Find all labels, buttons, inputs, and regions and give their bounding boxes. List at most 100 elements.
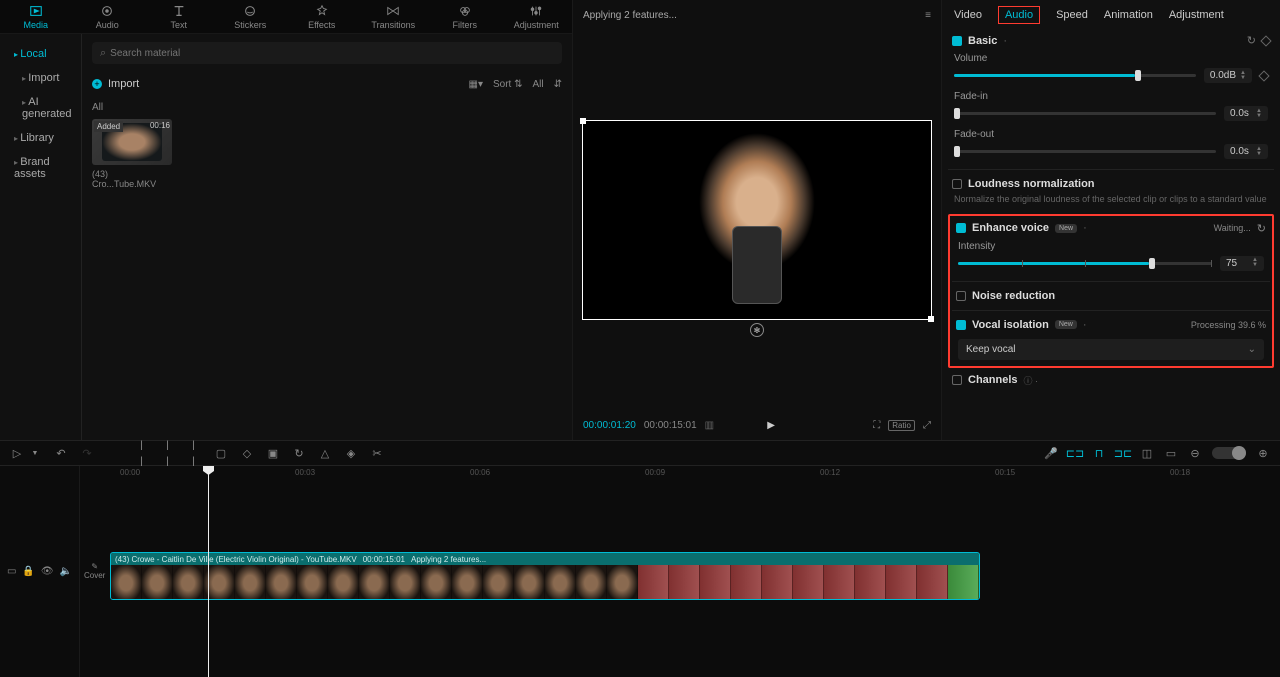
side-ai[interactable]: AI generated — [0, 90, 81, 126]
audio-enhance-highlight: Enhance voice New · Waiting... ↻ Intensi… — [948, 214, 1274, 368]
cover-edit-icon[interactable]: ✎ — [91, 562, 98, 571]
insp-tab-audio[interactable]: Audio — [998, 6, 1040, 24]
timeline-ruler[interactable]: 00:00 00:03 00:06 00:09 00:12 00:15 00:1… — [80, 466, 1280, 482]
tl-toggle-icon[interactable]: ▭ — [7, 566, 16, 577]
volume-slider[interactable] — [954, 74, 1196, 77]
ruler-tick: 00:03 — [295, 468, 315, 477]
redo-button[interactable]: ↷ — [80, 446, 94, 460]
preview-icon[interactable]: ▭ — [1164, 446, 1178, 460]
split-right-tool[interactable]: 〡〡 — [188, 446, 202, 460]
sort-button[interactable]: Sort ⇅ — [493, 79, 523, 90]
enhance-checkbox[interactable] — [956, 223, 966, 233]
tl-eye-icon[interactable]: 👁 — [41, 566, 54, 577]
marker-tool[interactable]: ◇ — [240, 446, 254, 460]
grid-view-icon[interactable]: ▦▾ — [469, 79, 483, 90]
split-left-tool[interactable]: 〡〡 — [162, 446, 176, 460]
side-import[interactable]: Import — [0, 66, 81, 90]
side-local[interactable]: Local — [0, 42, 81, 66]
fadein-slider[interactable] — [954, 112, 1216, 115]
fadein-label: Fade-in — [954, 91, 1268, 102]
vocal-checkbox[interactable] — [956, 320, 966, 330]
play-button[interactable]: ▶ — [767, 420, 775, 431]
loudness-checkbox[interactable] — [952, 179, 962, 189]
link-icon[interactable]: ◫ — [1140, 446, 1154, 460]
timeline-clip[interactable]: (43) Crowe - Caitlin De Ville (Electric … — [110, 552, 980, 600]
tab-effects-label: Effects — [308, 20, 335, 30]
ratio-button[interactable]: Ratio — [888, 420, 915, 431]
tab-adjustment-label: Adjustment — [514, 20, 559, 30]
sync-tool[interactable]: ◈ — [344, 446, 358, 460]
filter-all[interactable]: All — [532, 79, 543, 90]
tl-lock-icon[interactable]: 🔒 — [22, 566, 34, 577]
focus-icon[interactable]: ⛶ — [873, 420, 880, 431]
preview-frame[interactable]: ✻ — [582, 120, 932, 320]
thumb-name: (43) Cro...Tube.MKV — [92, 169, 172, 189]
fullscreen-icon[interactable]: ⤢ — [923, 420, 931, 431]
search-icon: ⌕ — [100, 47, 106, 60]
zoom-in-icon[interactable]: ⊕ — [1256, 446, 1270, 460]
fadein-value[interactable]: 0.0s▲▼ — [1224, 106, 1268, 121]
noise-checkbox[interactable] — [956, 291, 966, 301]
fadeout-value[interactable]: 0.0s▲▼ — [1224, 144, 1268, 159]
magnet-icon[interactable]: ⊓ — [1092, 446, 1106, 460]
thumb-duration: 00:16 — [150, 121, 170, 130]
mic-icon[interactable]: 🎤 — [1044, 446, 1058, 460]
undo-button[interactable]: ↶ — [54, 446, 68, 460]
insp-tab-speed[interactable]: Speed — [1056, 9, 1088, 21]
snapshot-tool[interactable]: ▣ — [266, 446, 280, 460]
basic-checkbox[interactable] — [952, 36, 962, 46]
tab-media[interactable]: Media — [0, 0, 72, 33]
magnet-left-icon[interactable]: ⊏⊐ — [1068, 446, 1082, 460]
volume-value[interactable]: 0.0dB▲▼ — [1204, 68, 1252, 83]
reset-icon[interactable]: ↻ — [1247, 34, 1256, 47]
playhead[interactable] — [208, 466, 209, 677]
crop2-tool[interactable]: ✂ — [370, 446, 384, 460]
zoom-slider[interactable] — [1212, 447, 1246, 459]
filter-icon[interactable]: ⇵ — [554, 79, 562, 90]
pointer-tool[interactable]: ▷ — [10, 446, 24, 460]
compare-icon[interactable]: ▥ — [705, 420, 714, 431]
preview-status: Applying 2 features... — [583, 10, 677, 21]
tab-text[interactable]: Text — [143, 0, 215, 33]
refresh-icon[interactable]: ↻ — [1257, 222, 1266, 235]
tl-mute-icon[interactable]: 🔈 — [60, 566, 72, 577]
tab-effects[interactable]: Effects — [286, 0, 358, 33]
magnet-right-icon[interactable]: ⊐⊏ — [1116, 446, 1130, 460]
pointer-dropdown-icon[interactable]: ▼ — [28, 446, 42, 460]
volume-keyframe-icon[interactable] — [1258, 70, 1269, 81]
preview-content — [672, 130, 842, 310]
tab-transitions[interactable]: Transitions — [358, 0, 430, 33]
media-thumb[interactable]: Added 00:16 (43) Cro...Tube.MKV — [92, 119, 172, 189]
fadeout-slider[interactable] — [954, 150, 1216, 153]
split-tool[interactable]: 〡〡 — [136, 446, 150, 460]
crop-tool[interactable]: ▢ — [214, 446, 228, 460]
zoom-out-icon[interactable]: ⊖ — [1188, 446, 1202, 460]
clip-status: Applying 2 features... — [411, 555, 486, 564]
plus-icon: + — [92, 79, 102, 89]
search-input[interactable] — [110, 48, 554, 59]
side-brand[interactable]: Brand assets — [0, 150, 81, 186]
side-library[interactable]: Library — [0, 126, 81, 150]
ruler-tick: 00:09 — [645, 468, 665, 477]
insp-tab-video[interactable]: Video — [954, 9, 982, 21]
channels-checkbox[interactable] — [952, 375, 962, 385]
cover-label: Cover — [84, 571, 105, 580]
vocal-mode-select[interactable]: Keep vocal ⌄ — [958, 339, 1264, 360]
channels-title: Channels — [968, 374, 1018, 386]
insp-tab-animation[interactable]: Animation — [1104, 9, 1153, 21]
tab-transitions-label: Transitions — [371, 20, 415, 30]
tab-stickers[interactable]: Stickers — [215, 0, 287, 33]
search-box[interactable]: ⌕ — [92, 42, 562, 64]
intensity-value[interactable]: 75▲▼ — [1220, 256, 1264, 271]
tab-audio[interactable]: Audio — [72, 0, 144, 33]
tab-adjustment[interactable]: Adjustment — [501, 0, 573, 33]
reverse-tool[interactable]: ↻ — [292, 446, 306, 460]
timecode-total: 00:00:15:01 — [644, 420, 697, 431]
insp-tab-adjustment[interactable]: Adjustment — [1169, 9, 1224, 21]
keyframe-icon[interactable] — [1260, 35, 1271, 46]
intensity-slider[interactable] — [958, 262, 1212, 265]
warning-icon[interactable]: △ — [318, 446, 332, 460]
tab-filters[interactable]: Filters — [429, 0, 501, 33]
import-button[interactable]: + Import — [92, 78, 139, 90]
preview-menu-icon[interactable]: ≡ — [925, 10, 931, 21]
